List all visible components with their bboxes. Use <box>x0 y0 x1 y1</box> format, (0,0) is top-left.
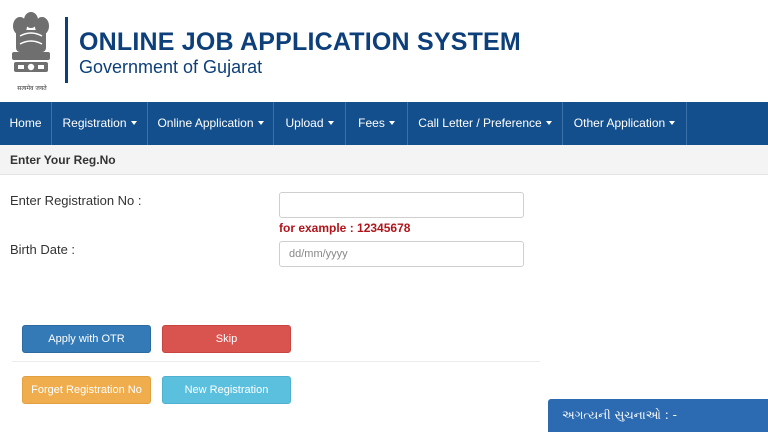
nav-upload-label: Upload <box>285 116 324 130</box>
registration-no-label: Enter Registration No : <box>10 193 142 208</box>
apply-with-otr-button[interactable]: Apply with OTR <box>22 325 151 353</box>
birth-date-input[interactable] <box>279 241 524 267</box>
nav-other-application-label: Other Application <box>573 116 666 130</box>
nav-call-letter-label: Call Letter / Preference <box>418 116 542 130</box>
header-divider <box>65 17 68 83</box>
emblem-motto: सत्यमेव जयते <box>17 85 47 92</box>
site-header: सत्यमेव जयते ONLINE JOB APPLICATION SYST… <box>0 0 768 102</box>
nav-registration-label: Registration <box>62 116 127 130</box>
button-divider <box>12 361 540 362</box>
main-navbar: Home Registration Online Application Upl… <box>0 102 768 145</box>
page-subtitle: Government of Gujarat <box>79 57 263 77</box>
nav-upload[interactable]: Upload <box>274 102 345 145</box>
section-title: Enter Your Reg.No <box>10 153 116 167</box>
section-header: Enter Your Reg.No <box>0 145 768 175</box>
national-emblem-icon <box>6 6 56 94</box>
nav-other-application[interactable]: Other Application <box>563 102 686 145</box>
page-title: ONLINE JOB APPLICATION SYSTEM <box>79 28 521 56</box>
nav-fees-label: Fees <box>358 116 385 130</box>
nav-call-letter[interactable]: Call Letter / Preference <box>408 102 562 145</box>
caret-down-icon <box>130 120 137 125</box>
birth-date-label: Birth Date : <box>10 242 76 257</box>
new-registration-button[interactable]: New Registration <box>162 376 291 404</box>
nav-separator <box>686 102 687 145</box>
nav-home-label: Home <box>9 116 42 130</box>
caret-down-icon <box>669 120 676 125</box>
caret-down-icon <box>257 120 264 125</box>
nav-fees[interactable]: Fees <box>346 102 407 145</box>
nav-online-application[interactable]: Online Application <box>148 102 273 145</box>
registration-example-hint: for example : 12345678 <box>279 221 411 235</box>
registration-no-input[interactable] <box>279 192 524 218</box>
forget-registration-button[interactable]: Forget Registration No <box>22 376 151 404</box>
important-notice-tab[interactable]: અગત્યની સુચનાઓ : - <box>548 399 768 432</box>
skip-button[interactable]: Skip <box>162 325 291 353</box>
nav-online-application-label: Online Application <box>157 116 254 130</box>
caret-down-icon <box>545 120 552 125</box>
caret-down-icon <box>388 120 395 125</box>
notice-label: અગત્યની સુચનાઓ : - <box>562 408 677 422</box>
caret-down-icon <box>327 120 334 125</box>
nav-registration[interactable]: Registration <box>52 102 147 145</box>
nav-home[interactable]: Home <box>0 102 51 145</box>
